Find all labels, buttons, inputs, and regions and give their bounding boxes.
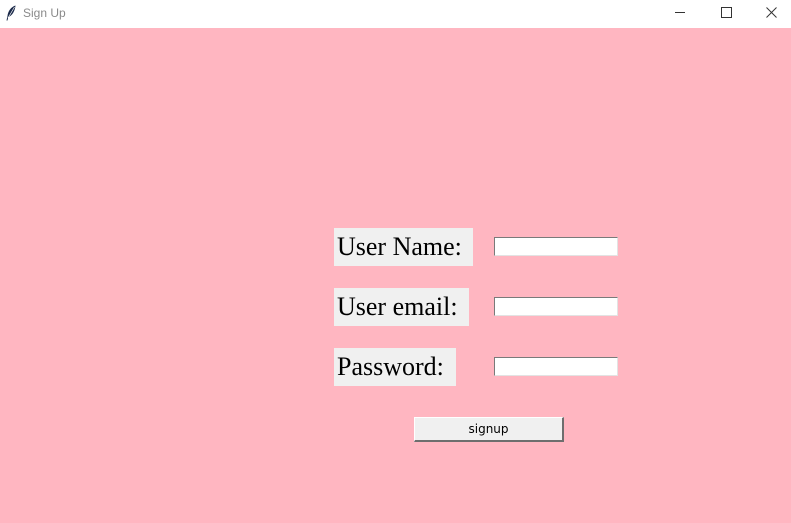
window-title: Sign Up — [23, 6, 66, 20]
password-label: Password: — [334, 348, 456, 386]
close-icon — [765, 5, 777, 23]
close-button[interactable] — [748, 0, 791, 28]
password-input[interactable] — [494, 357, 618, 376]
signup-window: Sign Up User Name: User email: Password:… — [0, 0, 791, 523]
signup-button[interactable]: signup — [414, 417, 564, 442]
minimize-button[interactable] — [657, 0, 703, 28]
title-bar[interactable]: Sign Up — [0, 0, 791, 28]
email-label: User email: — [334, 288, 469, 326]
email-input[interactable] — [494, 297, 618, 316]
username-label: User Name: — [334, 228, 473, 266]
minimize-icon — [674, 5, 686, 23]
maximize-icon — [720, 5, 732, 23]
username-input[interactable] — [494, 237, 618, 256]
maximize-button[interactable] — [703, 0, 749, 28]
feather-icon — [5, 5, 17, 21]
